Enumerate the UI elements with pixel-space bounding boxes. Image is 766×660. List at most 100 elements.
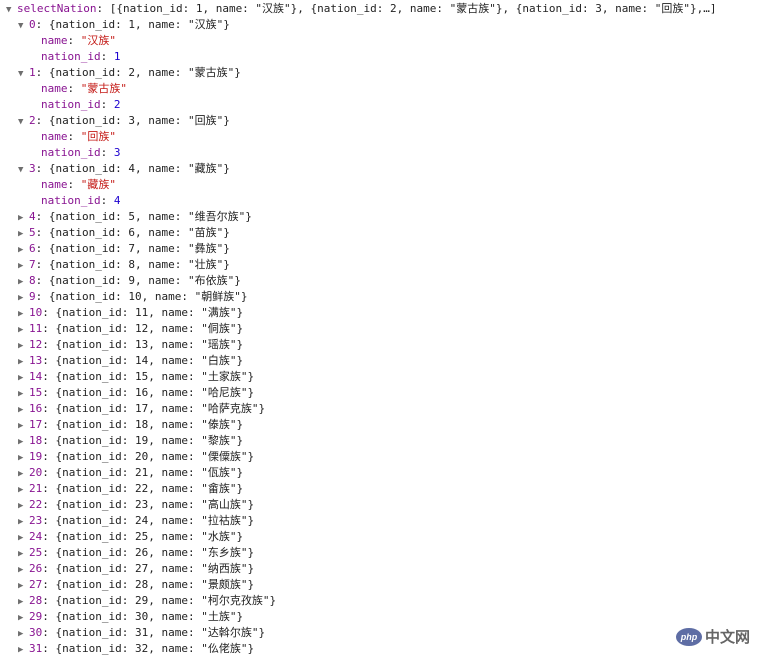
array-entry-row[interactable]: ▶ 18: {nation_id: 19, name: "黎族"} [18,433,243,449]
close-brace: "} [216,162,230,175]
array-entry-row[interactable]: ▶ 5: {nation_id: 6, name: "苗族"} [18,225,230,241]
array-entry-row[interactable]: ▶ 24: {nation_id: 25, name: "水族"} [18,529,243,545]
comma: , name: " [134,258,195,271]
comma: , name: " [141,290,202,303]
triangle-down-icon[interactable]: ▼ [18,66,29,82]
colon: : {nation_id: [42,498,135,511]
array-entry-row[interactable]: ▶ 17: {nation_id: 18, name: "傣族"} [18,417,243,433]
colon: : [100,194,114,207]
array-entry-row[interactable]: ▶ 22: {nation_id: 23, name: "高山族"} [18,497,254,513]
array-entry-row[interactable]: ▶ 10: {nation_id: 11, name: "满族"} [18,305,243,321]
colon: : [100,98,114,111]
array-entry-row[interactable]: ▶ 23: {nation_id: 24, name: "拉祜族"} [18,513,254,529]
array-entry-row[interactable]: ▶ 25: {nation_id: 26, name: "东乡族"} [18,545,254,561]
triangle-right-icon[interactable]: ▶ [18,242,29,258]
triangle-down-icon[interactable]: ▼ [6,2,17,18]
array-entry-row[interactable]: ▶ 4: {nation_id: 5, name: "维吾尔族"} [18,209,252,225]
triangle-right-icon[interactable]: ▶ [18,562,29,578]
array-entry-row[interactable]: ▶ 21: {nation_id: 22, name: "畲族"} [18,481,243,497]
triangle-right-icon[interactable]: ▶ [18,594,29,610]
colon: : {nation_id: [35,226,129,239]
entry-preview-name: 壮族 [194,258,217,271]
triangle-down-icon[interactable]: ▼ [18,162,29,178]
triangle-right-icon[interactable]: ▶ [18,258,29,274]
triangle-right-icon[interactable]: ▶ [18,498,29,514]
entry-index: 18 [29,434,43,447]
property-key: nation_id [41,50,101,63]
array-entry-row[interactable]: ▼ 0: {nation_id: 1, name: "汉族"} [18,17,230,33]
triangle-right-icon[interactable]: ▶ [18,546,29,562]
entry-index: 2 [29,114,36,127]
triangle-right-icon[interactable]: ▶ [18,306,29,322]
triangle-right-icon[interactable]: ▶ [18,610,29,626]
triangle-right-icon[interactable]: ▶ [18,210,29,226]
array-entry-row[interactable]: ▼ 1: {nation_id: 2, name: "蒙古族"} [18,65,241,81]
entry-preview-id: 19 [134,434,149,447]
triangle-right-icon[interactable]: ▶ [18,642,29,658]
entry-preview-id: 31 [134,626,149,639]
colon: : [67,82,81,95]
comma: , name: " [148,402,208,415]
triangle-right-icon[interactable]: ▶ [18,370,29,386]
colon: : {nation_id: [42,482,135,495]
triangle-right-icon[interactable]: ▶ [18,322,29,338]
triangle-right-icon[interactable]: ▶ [18,338,29,354]
triangle-right-icon[interactable]: ▶ [18,434,29,450]
array-entry-row[interactable]: ▼ 3: {nation_id: 4, name: "藏族"} [18,161,230,177]
array-entry-row[interactable]: ▶ 19: {nation_id: 20, name: "傈僳族"} [18,449,254,465]
array-entry-row[interactable]: ▶ 30: {nation_id: 31, name: "达斡尔族"} [18,625,265,641]
property-key: name [41,130,68,143]
array-entry-row[interactable]: ▶ 12: {nation_id: 13, name: "瑶族"} [18,337,243,353]
entry-preview-name: 高山族 [207,498,241,511]
triangle-right-icon[interactable]: ▶ [18,514,29,530]
array-entry-row[interactable]: ▶ 29: {nation_id: 30, name: "土族"} [18,609,243,625]
entry-preview-id: 22 [134,482,149,495]
triangle-right-icon[interactable]: ▶ [18,482,29,498]
array-entry-row[interactable]: ▶ 7: {nation_id: 8, name: "壮族"} [18,257,230,273]
entry-preview-id: 13 [134,338,149,351]
array-entry-row[interactable]: ▶ 15: {nation_id: 16, name: "哈尼族"} [18,385,254,401]
triangle-right-icon[interactable]: ▶ [18,290,29,306]
entry-preview-id: 11 [134,306,149,319]
triangle-right-icon[interactable]: ▶ [18,466,29,482]
array-entry-row[interactable]: ▶ 20: {nation_id: 21, name: "佤族"} [18,465,243,481]
array-entry-row[interactable]: ▶ 31: {nation_id: 32, name: "仫佬族"} [18,641,254,657]
colon: : {nation_id: [35,210,129,223]
triangle-down-icon[interactable]: ▼ [18,114,29,130]
array-entry-row[interactable]: ▶ 9: {nation_id: 10, name: "朝鲜族"} [18,289,247,305]
colon: : {nation_id: [42,642,135,655]
comma: , name: " [134,114,195,127]
triangle-right-icon[interactable]: ▶ [18,418,29,434]
colon: : {nation_id: [42,562,135,575]
entry-preview-name: 布依族 [194,274,228,287]
entry-preview-name: 东乡族 [207,546,241,559]
array-entry-row[interactable]: ▶ 8: {nation_id: 9, name: "布依族"} [18,273,241,289]
array-entry-row[interactable]: ▶ 11: {nation_id: 12, name: "侗族"} [18,321,243,337]
triangle-right-icon[interactable]: ▶ [18,274,29,290]
triangle-right-icon[interactable]: ▶ [18,450,29,466]
entry-preview-id: 21 [134,466,149,479]
triangle-down-icon[interactable]: ▼ [18,18,29,34]
triangle-right-icon[interactable]: ▶ [18,626,29,642]
entry-index: 31 [29,642,43,655]
array-entry-row[interactable]: ▶ 26: {nation_id: 27, name: "纳西族"} [18,561,254,577]
triangle-right-icon[interactable]: ▶ [18,354,29,370]
array-entry-row[interactable]: ▶ 6: {nation_id: 7, name: "彝族"} [18,241,230,257]
array-entry-row[interactable]: ▶ 27: {nation_id: 28, name: "景颇族"} [18,577,254,593]
array-entry-row[interactable]: ▶ 13: {nation_id: 14, name: "白族"} [18,353,243,369]
nation-id-property-row: nation_id: 2 [41,97,120,113]
array-entry-row[interactable]: ▶ 14: {nation_id: 15, name: "土家族"} [18,369,254,385]
close-brace: "} [240,498,255,511]
colon: : {nation_id: [42,354,135,367]
triangle-right-icon[interactable]: ▶ [18,226,29,242]
triangle-right-icon[interactable]: ▶ [18,530,29,546]
close-brace: "} [229,434,244,447]
array-entry-row[interactable]: ▼ 2: {nation_id: 3, name: "回族"} [18,113,230,129]
comma: , name: " [148,466,208,479]
triangle-right-icon[interactable]: ▶ [18,402,29,418]
colon: : [100,146,114,159]
triangle-right-icon[interactable]: ▶ [18,386,29,402]
triangle-right-icon[interactable]: ▶ [18,578,29,594]
array-entry-row[interactable]: ▶ 16: {nation_id: 17, name: "哈萨克族"} [18,401,265,417]
array-entry-row[interactable]: ▶ 28: {nation_id: 29, name: "柯尔克孜族"} [18,593,276,609]
